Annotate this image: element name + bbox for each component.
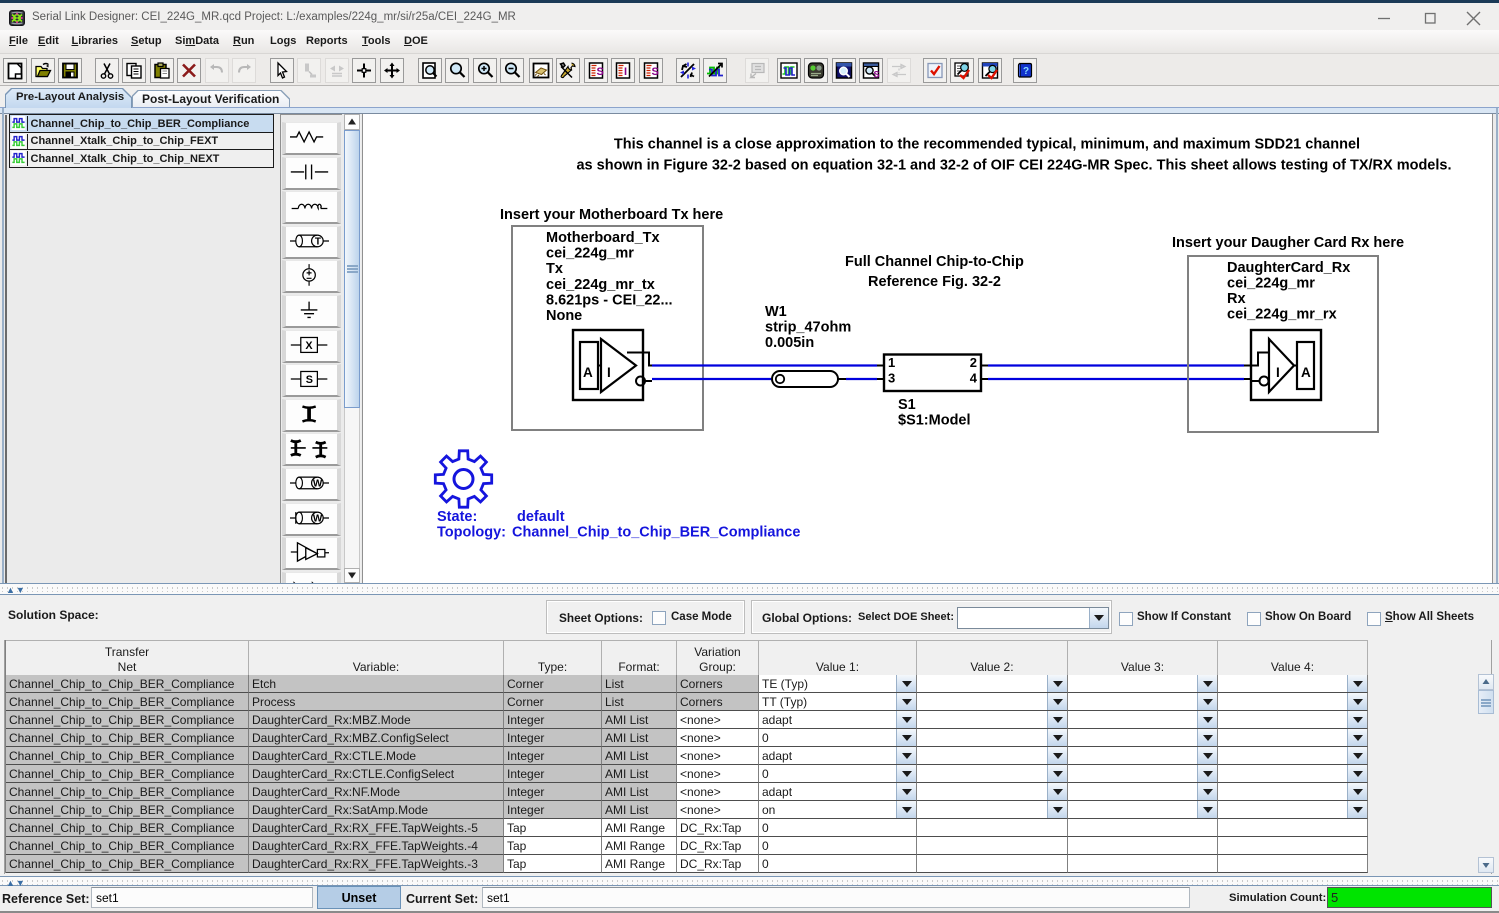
- svg-text:Insert your Motherboard Tx her: Insert your Motherboard Tx here: [500, 207, 723, 223]
- svg-text:DaughterCard_Rx: DaughterCard_Rx: [1227, 260, 1350, 276]
- svg-text:strip_47ohm: strip_47ohm: [765, 320, 851, 336]
- svg-text:0.005in: 0.005in: [765, 335, 814, 351]
- svg-text:X: X: [305, 340, 313, 352]
- svg-text:as shown in Figure 32-2 based: as shown in Figure 32-2 based on equatio…: [576, 158, 1451, 174]
- svg-text:Rx: Rx: [1227, 291, 1246, 307]
- svg-text:A: A: [1301, 365, 1311, 380]
- svg-text:Topology:: Topology:: [437, 525, 506, 541]
- svg-text:cei_224g_mr_tx: cei_224g_mr_tx: [546, 277, 655, 293]
- svg-text:$S1:Model: $S1:Model: [898, 413, 971, 429]
- svg-text:W1: W1: [765, 304, 787, 320]
- svg-text:S: S: [651, 66, 658, 78]
- svg-text:Motherboard_Tx: Motherboard_Tx: [546, 230, 660, 246]
- svg-text:State:: State:: [437, 509, 477, 525]
- svg-text:?: ?: [1023, 66, 1029, 77]
- svg-text:cei_224g_mr: cei_224g_mr: [546, 246, 634, 262]
- svg-text:Channel_Chip_to_Chip_BER_Compl: Channel_Chip_to_Chip_BER_Compliance: [512, 525, 800, 541]
- svg-text:Insert your Daugher Card Rx he: Insert your Daugher Card Rx here: [1172, 235, 1404, 251]
- svg-text:3: 3: [888, 371, 895, 386]
- svg-text:S: S: [596, 66, 603, 78]
- svg-text:W: W: [313, 514, 323, 525]
- svg-text:4: 4: [970, 371, 978, 386]
- svg-text:1: 1: [888, 355, 895, 370]
- svg-text:I: I: [607, 365, 611, 380]
- svg-text:S: S: [306, 374, 313, 386]
- svg-text:I: I: [1276, 365, 1280, 380]
- svg-text:cei_224g_mr_rx: cei_224g_mr_rx: [1227, 307, 1337, 323]
- svg-text:Reference Fig. 32-2: Reference Fig. 32-2: [868, 274, 1001, 290]
- svg-text:W: W: [313, 479, 323, 490]
- svg-text:T: T: [315, 237, 321, 248]
- svg-text:I: I: [624, 66, 627, 78]
- svg-text:This channel is a close approx: This channel is a close approximation to…: [614, 137, 1360, 153]
- svg-text:S: S: [874, 70, 880, 80]
- svg-text:default: default: [517, 509, 565, 525]
- svg-text:8.621ps - CEI_22...: 8.621ps - CEI_22...: [546, 292, 673, 308]
- svg-text:S1: S1: [898, 397, 916, 413]
- svg-text:Tx: Tx: [546, 261, 563, 277]
- svg-text:2: 2: [970, 355, 977, 370]
- svg-text:A: A: [583, 365, 593, 380]
- svg-text:cei_224g_mr: cei_224g_mr: [1227, 276, 1315, 292]
- svg-text:None: None: [546, 308, 582, 324]
- svg-text:Full Channel Chip-to-Chip: Full Channel Chip-to-Chip: [845, 254, 1024, 270]
